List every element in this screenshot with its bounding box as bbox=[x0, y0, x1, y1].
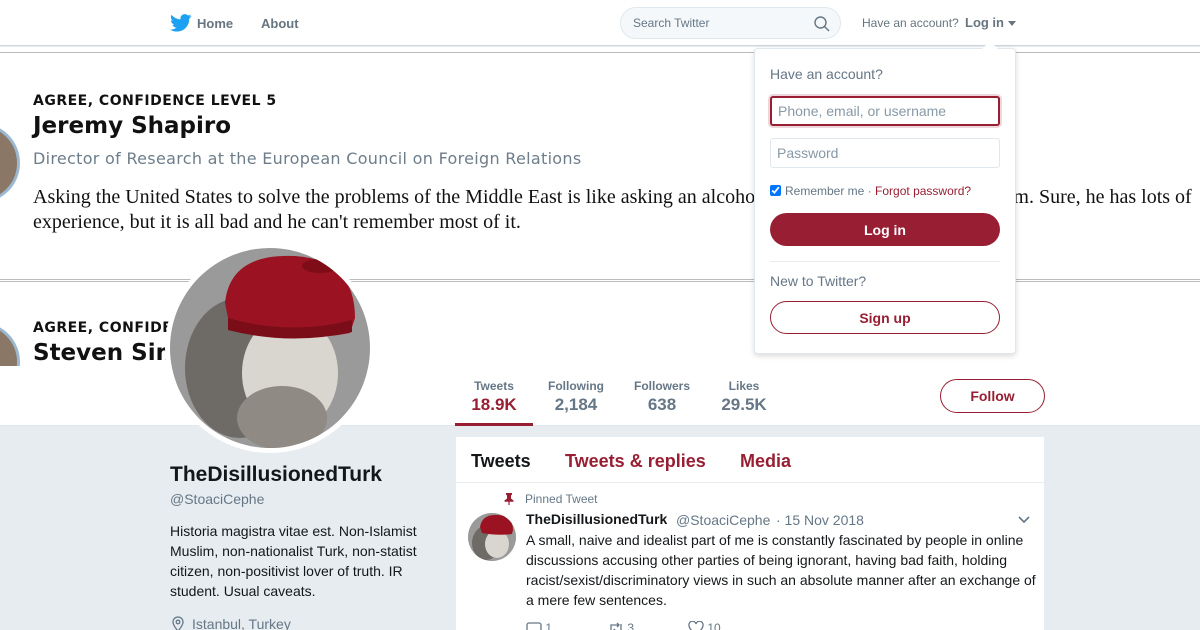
stat-following[interactable]: Following 2,184 bbox=[540, 366, 612, 426]
location-icon bbox=[172, 616, 184, 630]
profile-display-name[interactable]: TheDisillusionedTurk bbox=[170, 463, 382, 487]
like-button[interactable]: 10 bbox=[688, 620, 721, 630]
timeline-tabs: Tweets Tweets & replies Media bbox=[456, 437, 1044, 483]
tab-tweets[interactable]: Tweets bbox=[471, 451, 531, 472]
login-dropdown-toggle[interactable]: Log in bbox=[965, 15, 1004, 30]
like-count: 10 bbox=[707, 621, 721, 630]
nav-about-link[interactable]: About bbox=[261, 16, 299, 31]
caret-down-icon[interactable] bbox=[1008, 21, 1016, 26]
stat-label: Followers bbox=[633, 379, 690, 393]
retweet-count: 3 bbox=[627, 621, 635, 630]
heart-icon bbox=[688, 620, 704, 630]
timeline: Tweets Tweets & replies Media Pinned Twe… bbox=[456, 437, 1044, 630]
dropdown-arrow bbox=[982, 41, 998, 49]
stat-label: Following bbox=[548, 379, 604, 393]
tweet-author-name[interactable]: TheDisillusionedTurk bbox=[526, 511, 667, 527]
username-field[interactable] bbox=[770, 96, 1000, 126]
stat-likes[interactable]: Likes 29.5K bbox=[710, 366, 778, 426]
banner-quote: Asking the United States to solve the pr… bbox=[33, 186, 1192, 233]
avatar-image bbox=[170, 248, 370, 448]
nav-home-link[interactable]: Home bbox=[197, 16, 233, 31]
separator-dot: · bbox=[867, 184, 872, 198]
reply-count: 1 bbox=[545, 621, 553, 630]
search-box[interactable]: Search Twitter bbox=[620, 7, 841, 39]
tweet-actions: 1 3 10 bbox=[526, 620, 826, 630]
profile-avatar[interactable] bbox=[165, 243, 375, 453]
banner-person-name: Jeremy Shapiro bbox=[33, 113, 232, 139]
search-input[interactable]: Search Twitter bbox=[633, 16, 709, 30]
divider bbox=[770, 261, 1000, 262]
stat-value: 2,184 bbox=[554, 395, 598, 414]
banner-portrait bbox=[0, 322, 20, 366]
profile-bio: Historia magistra vitae est. Non-Islamis… bbox=[170, 523, 417, 599]
search-icon[interactable] bbox=[814, 16, 830, 32]
profile-location: Istanbul, Turkey bbox=[192, 616, 291, 630]
stat-value: 29.5K bbox=[721, 395, 767, 414]
twitter-bird-icon[interactable] bbox=[170, 14, 192, 32]
login-button[interactable]: Log in bbox=[770, 213, 1000, 246]
banner-card: AGREE, CONFIDENCE LEVEL 5 Jeremy Shapiro… bbox=[0, 52, 1200, 280]
tweet-text: A small, naive and idealist part of me i… bbox=[526, 532, 1036, 608]
password-field[interactable] bbox=[770, 138, 1000, 168]
reply-button[interactable]: 1 bbox=[526, 621, 552, 630]
tweet-avatar-image bbox=[468, 513, 516, 561]
chevron-down-icon[interactable] bbox=[1018, 516, 1030, 524]
signup-button[interactable]: Sign up bbox=[770, 301, 1000, 334]
remember-me-label[interactable]: Remember me bbox=[785, 184, 864, 198]
top-nav: Home About Search Twitter Have an accoun… bbox=[0, 0, 1200, 46]
reply-icon bbox=[526, 622, 542, 630]
new-to-twitter-text: New to Twitter? bbox=[770, 273, 867, 289]
tweet-date[interactable]: · 15 Nov 2018 bbox=[776, 512, 864, 528]
tweet-author-handle[interactable]: @StoaciCephe bbox=[676, 512, 770, 528]
remember-me-checkbox[interactable] bbox=[770, 185, 781, 196]
stat-label: Likes bbox=[728, 379, 760, 393]
stat-value: 18.9K bbox=[471, 395, 517, 414]
banner-agree-label: AGREE, CONFIDENCE LEVEL 5 bbox=[33, 93, 277, 109]
tab-media[interactable]: Media bbox=[740, 451, 791, 472]
pin-icon bbox=[504, 493, 514, 505]
banner-portrait bbox=[0, 123, 20, 203]
tweet-avatar[interactable] bbox=[468, 513, 516, 561]
forgot-password-link[interactable]: Forgot password? bbox=[875, 184, 971, 198]
stat-followers[interactable]: Followers 638 bbox=[626, 366, 698, 426]
tab-tweets-replies[interactable]: Tweets & replies bbox=[565, 451, 706, 472]
banner-person-role: Director of Research at the European Cou… bbox=[33, 149, 582, 168]
dropdown-title: Have an account? bbox=[770, 66, 883, 82]
login-dropdown: Have an account? Remember me · Forgot pa… bbox=[754, 41, 1016, 354]
retweet-button[interactable]: 3 bbox=[608, 621, 634, 630]
stat-label: Tweets bbox=[474, 379, 514, 393]
stat-tweets[interactable]: Tweets 18.9K bbox=[455, 366, 533, 426]
retweet-icon bbox=[610, 622, 622, 630]
profile-handle[interactable]: @StoaciCephe bbox=[170, 491, 264, 507]
stat-value: 638 bbox=[647, 395, 677, 414]
pinned-tweet-label: Pinned Tweet bbox=[525, 492, 598, 506]
follow-button[interactable]: Follow bbox=[940, 379, 1045, 413]
remember-row: Remember me · Forgot password? bbox=[770, 184, 971, 198]
have-account-text: Have an account? bbox=[862, 16, 959, 30]
